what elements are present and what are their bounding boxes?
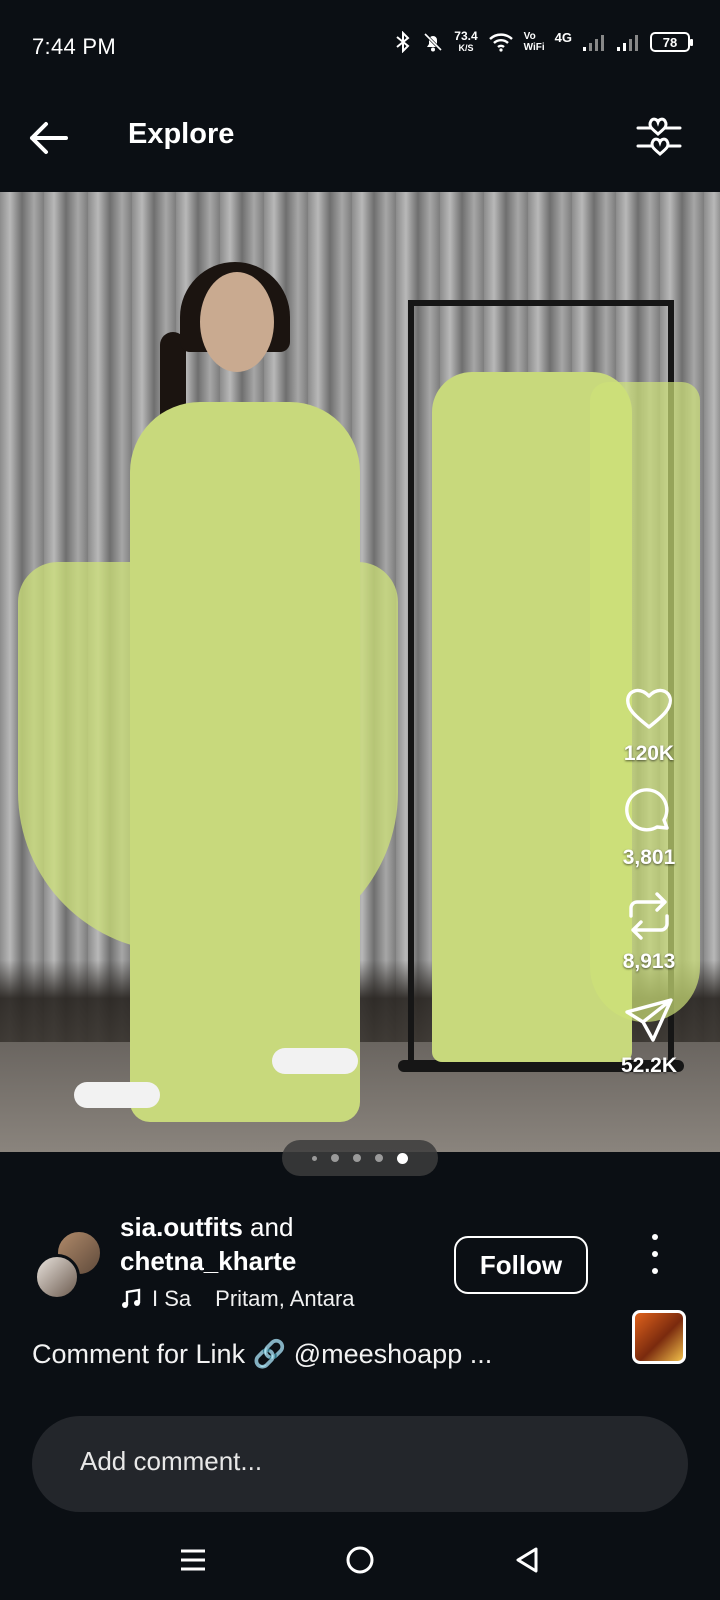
like-action[interactable]: 120K	[621, 680, 677, 766]
shoe-right	[272, 1048, 358, 1074]
net-speed-unit: K/S	[458, 43, 474, 53]
comment-bubble-icon[interactable]	[621, 784, 677, 840]
share-action[interactable]: 52.2K	[621, 992, 677, 1078]
mannequin-outfit	[130, 402, 360, 1122]
carousel-dot-active	[397, 1152, 408, 1164]
audio-artists: Pritam, Antara	[215, 1286, 355, 1311]
author-names: sia.outfits and chetna_kharte	[120, 1210, 296, 1278]
comment-action[interactable]: 3,801	[621, 784, 677, 870]
triangle-back-icon	[516, 1547, 538, 1573]
more-options-icon[interactable]	[648, 1234, 662, 1274]
heart-sliders-icon[interactable]	[634, 112, 684, 162]
bluetooth-icon	[396, 31, 410, 53]
net-speed-value: 73.4	[454, 29, 478, 43]
vowifi-label: Vo WiFi	[524, 31, 545, 53]
carousel-dot	[353, 1154, 361, 1162]
wifi-text: WiFi	[523, 42, 545, 53]
status-bar: 7:44 PM 73.4 K/S Vo WiFi 4G 78	[0, 0, 720, 86]
signal-icon	[583, 35, 604, 51]
send-icon[interactable]	[621, 992, 677, 1048]
system-nav-bar	[0, 1520, 720, 1600]
carousel-dot	[312, 1155, 317, 1161]
back-button[interactable]	[503, 1536, 551, 1584]
top-bar: Explore	[0, 86, 720, 192]
status-icons: 73.4 K/S Vo WiFi 4G 78	[394, 30, 693, 54]
repost-count: 8,913	[622, 950, 676, 973]
author-secondary[interactable]: chetna_kharte	[120, 1246, 296, 1276]
share-count: 52.2K	[620, 1054, 678, 1077]
action-column: 120K 3,801 8,913 52.2K	[604, 680, 694, 1096]
comment-box[interactable]	[32, 1416, 688, 1512]
author-joiner: and	[250, 1212, 294, 1242]
heart-icon[interactable]	[621, 680, 677, 736]
status-time: 7:44 PM	[32, 34, 117, 59]
battery-indicator: 78	[650, 32, 693, 52]
audio-line[interactable]: I Sa Pritam, Antara	[120, 1286, 355, 1312]
network-type: 4G	[554, 30, 572, 45]
audio-thumbnail[interactable]	[632, 1310, 686, 1364]
post-caption[interactable]: Comment for Link 🔗 @meeshoapp ...	[32, 1338, 492, 1370]
follow-button[interactable]: Follow	[454, 1236, 588, 1294]
author-row: sia.outfits and chetna_kharte I Sa Prita…	[0, 1210, 720, 1320]
author-primary[interactable]: sia.outfits	[120, 1212, 243, 1242]
carousel-dot	[375, 1154, 383, 1162]
avatar[interactable]	[34, 1254, 80, 1300]
page-title: Explore	[128, 118, 235, 150]
vo-text: Vo	[523, 31, 536, 42]
like-count: 120K	[623, 742, 675, 765]
music-note-icon	[122, 1288, 141, 1308]
comment-input[interactable]	[80, 1446, 640, 1477]
mannequin-head	[200, 272, 274, 372]
mute-bell-icon	[424, 32, 443, 52]
carousel-dot	[331, 1154, 339, 1162]
comment-count: 3,801	[622, 846, 676, 869]
audio-title: I Sa	[152, 1286, 192, 1311]
home-button[interactable]	[336, 1536, 384, 1584]
arrow-left-icon[interactable]	[24, 114, 72, 162]
menu-lines-icon	[181, 1549, 206, 1571]
repost-action[interactable]: 8,913	[621, 888, 677, 974]
net-speed: 73.4 K/S	[454, 30, 477, 54]
avatar-group[interactable]	[34, 1230, 104, 1300]
shoe-left	[74, 1082, 160, 1108]
carousel-indicator	[282, 1140, 438, 1176]
repost-icon[interactable]	[621, 888, 677, 944]
recents-button[interactable]	[169, 1536, 217, 1584]
signal-icon-2	[617, 35, 638, 51]
circle-home-icon	[346, 1546, 374, 1574]
wifi-icon	[488, 33, 513, 52]
